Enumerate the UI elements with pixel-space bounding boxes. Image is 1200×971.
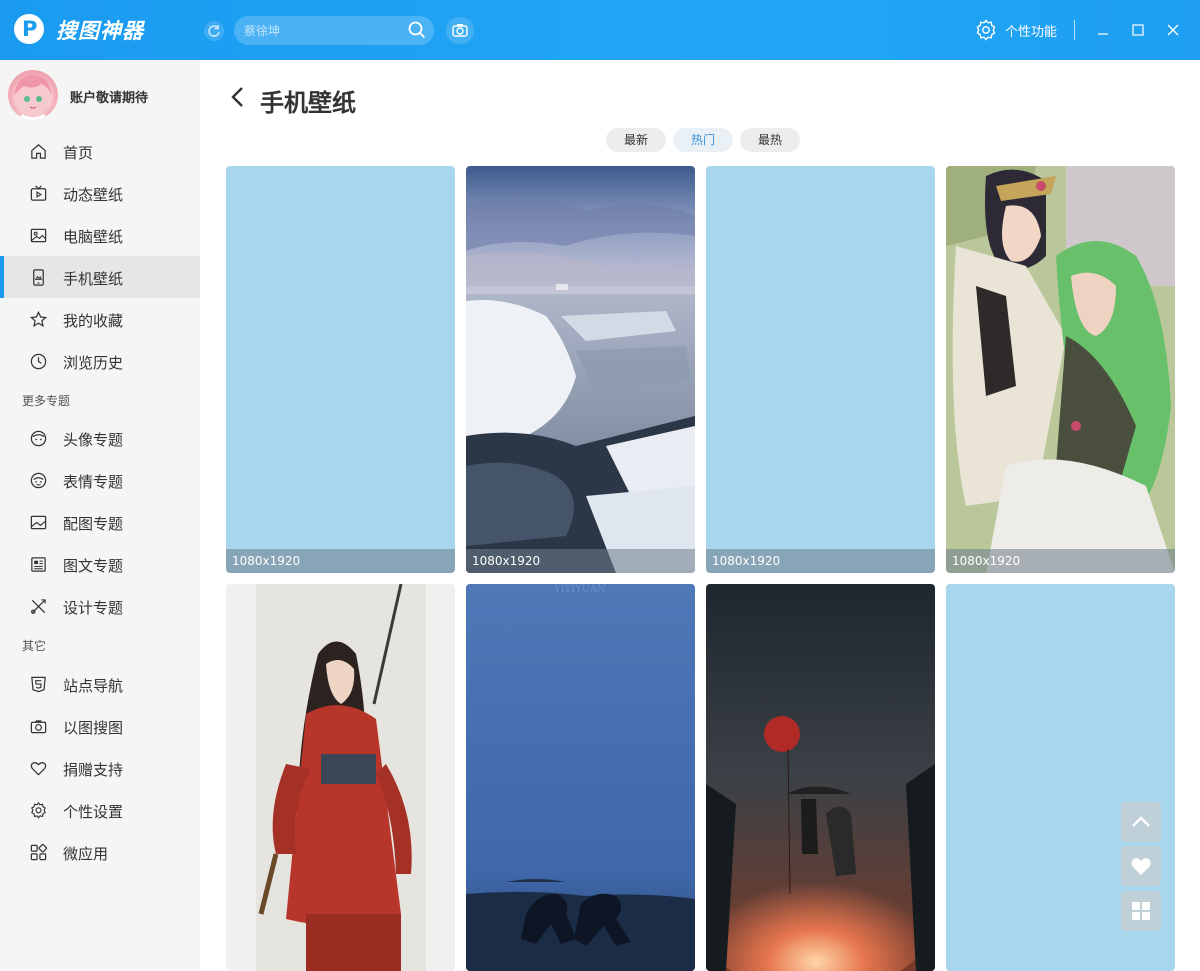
sidebar-item-phone-wallpaper[interactable]: 手机壁纸 — [0, 256, 200, 298]
sidebar-item-label: 表情专题 — [63, 473, 124, 491]
rain-umbrella-image — [706, 584, 935, 971]
sidebar-item-live-wallpaper[interactable]: 动态壁纸 — [0, 172, 200, 214]
heart-icon — [1131, 858, 1151, 875]
sidebar-item-label: 手机壁纸 — [63, 270, 124, 288]
tab-hot[interactable]: 热门 — [673, 128, 733, 152]
sidebar-item-image-search[interactable]: 以图搜图 — [0, 705, 200, 747]
app-title: 搜图神器 — [56, 19, 144, 43]
gear-icon — [31, 802, 46, 819]
feature-label: 个性功能 — [1005, 25, 1058, 40]
sidebar-item-label: 浏览历史 — [63, 354, 124, 372]
wallpaper-card[interactable]: 1080x1920 — [466, 166, 695, 573]
close-button[interactable] — [1164, 21, 1182, 39]
anime-couple-image — [946, 166, 1175, 573]
sidebar-item-home[interactable]: 首页 — [0, 130, 200, 172]
face-icon — [30, 430, 47, 447]
wallpaper-card[interactable] — [226, 584, 455, 971]
resolution-label: 1080x1920 — [946, 549, 1175, 573]
sidebar-item-label: 站点导航 — [63, 677, 124, 695]
sidebar-item-micro-apps[interactable]: 微应用 — [0, 831, 200, 873]
blue-sky-runners-image: YIYIYUAN — [466, 584, 695, 971]
camera-search-button[interactable] — [446, 17, 474, 44]
sidebar-item-donate[interactable]: 捐赠支持 — [0, 747, 200, 789]
sidebar-item-label: 配图专题 — [63, 515, 124, 533]
camera-icon — [452, 24, 468, 37]
phone-icon — [33, 269, 44, 286]
resolution-label: 1080x1920 — [226, 549, 455, 573]
video-icon — [30, 185, 47, 201]
tab-hottest[interactable]: 最热 — [740, 128, 800, 152]
gear-icon — [976, 19, 996, 41]
maximize-button[interactable] — [1129, 21, 1147, 39]
minimize-button[interactable] — [1094, 21, 1112, 39]
ice-sea-image — [466, 166, 695, 573]
section-title-other: 其它 — [22, 639, 47, 653]
divider — [1074, 20, 1075, 40]
design-icon — [31, 599, 46, 614]
picture-icon — [30, 515, 47, 530]
sidebar-item-pc-wallpaper[interactable]: 电脑壁纸 — [0, 214, 200, 256]
sidebar: 账户敬请期待 首页 动态壁纸 电脑壁纸 手机壁纸 我的收藏 浏览历史 更多专题 … — [0, 60, 200, 971]
sidebar-item-settings[interactable]: 个性设置 — [0, 789, 200, 831]
resolution-label: 1080x1920 — [706, 549, 935, 573]
chevron-up-icon — [1132, 816, 1150, 827]
page-title: 手机壁纸 — [260, 89, 356, 117]
wallpaper-card[interactable]: YIYIYUAN — [466, 584, 695, 971]
sidebar-item-label: 电脑壁纸 — [63, 228, 124, 246]
wallpaper-card[interactable] — [706, 584, 935, 971]
app-logo: P — [14, 14, 44, 44]
sidebar-item-history[interactable]: 浏览历史 — [0, 340, 200, 382]
resolution-label: 1080x1920 — [466, 549, 695, 573]
username: 账户敬请期待 — [70, 91, 149, 106]
apps-icon — [1132, 902, 1150, 920]
sidebar-item-label: 捐赠支持 — [63, 761, 124, 779]
sidebar-item-design-topic[interactable]: 设计专题 — [0, 585, 200, 627]
refresh-icon[interactable] — [204, 21, 224, 41]
sidebar-item-label: 首页 — [63, 144, 94, 162]
sidebar-item-label: 图文专题 — [63, 557, 124, 575]
close-icon — [1167, 24, 1179, 36]
heart-icon — [30, 762, 47, 776]
camera-icon — [30, 720, 47, 734]
layout-button[interactable] — [1121, 891, 1161, 931]
sidebar-item-label: 头像专题 — [63, 431, 124, 449]
back-icon[interactable] — [228, 85, 248, 109]
favorite-button[interactable] — [1121, 846, 1161, 886]
tab-newest[interactable]: 最新 — [606, 128, 666, 152]
sidebar-item-avatar-topic[interactable]: 头像专题 — [0, 417, 200, 459]
sidebar-item-label: 设计专题 — [63, 599, 124, 617]
sidebar-item-label: 我的收藏 — [63, 312, 124, 330]
search-icon[interactable] — [408, 21, 426, 39]
wallpaper-card[interactable]: 1080x1920 — [226, 166, 455, 573]
avatar[interactable] — [8, 70, 58, 120]
image-icon — [30, 228, 47, 243]
sidebar-item-label: 微应用 — [63, 845, 109, 863]
sidebar-item-article-topic[interactable]: 图文专题 — [0, 543, 200, 585]
star-icon — [29, 310, 48, 327]
minimize-icon — [1098, 33, 1108, 35]
watermark-text: YIYIYUAN — [553, 584, 606, 595]
section-title-more: 更多专题 — [22, 394, 71, 408]
emoji-icon — [30, 472, 47, 489]
sidebar-item-label: 动态壁纸 — [63, 186, 124, 204]
home-icon — [31, 144, 46, 159]
html5-icon — [31, 676, 46, 693]
sidebar-item-favorites[interactable]: 我的收藏 — [0, 298, 200, 340]
sidebar-item-site-nav[interactable]: 站点导航 — [0, 663, 200, 705]
warrior-girl-image — [226, 584, 455, 971]
wallpaper-card[interactable]: 1080x1920 — [946, 166, 1175, 573]
sidebar-item-emoji-topic[interactable]: 表情专题 — [0, 459, 200, 501]
sidebar-item-illustration-topic[interactable]: 配图专题 — [0, 501, 200, 543]
maximize-icon — [1132, 24, 1144, 36]
search-box[interactable] — [234, 16, 434, 45]
apps-icon — [30, 843, 48, 861]
clock-icon — [30, 353, 47, 370]
search-input[interactable] — [244, 21, 404, 40]
sidebar-item-label: 个性设置 — [63, 803, 124, 821]
sidebar-item-label: 以图搜图 — [63, 719, 124, 737]
scroll-top-button[interactable] — [1121, 802, 1161, 842]
wallpaper-card[interactable]: 1080x1920 — [706, 166, 935, 573]
article-icon — [31, 557, 46, 572]
title-bar: P 搜图神器 个性功能 — [0, 0, 1200, 60]
